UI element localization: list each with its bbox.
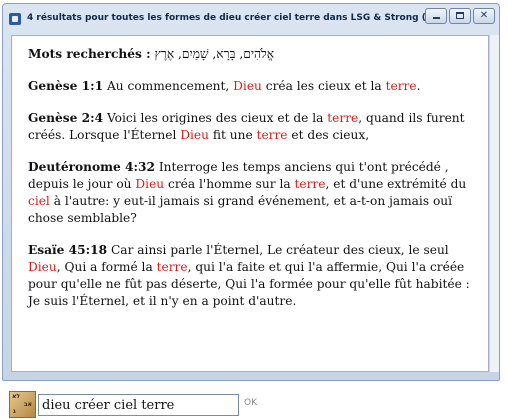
vertical-scrollbar[interactable] <box>489 35 499 372</box>
verse-reference[interactable]: Genèse 2:4 <box>28 111 103 125</box>
maximize-button[interactable] <box>449 8 471 24</box>
verse-text: Voici les origines des cieux et de la <box>103 111 328 125</box>
highlighted-word: terre <box>256 128 288 142</box>
close-icon: ✕ <box>479 10 489 21</box>
hebrew-search-terms: אֱלֹהִים, בָּרָא, שָׁמַיִם, אֶרֶץ <box>154 47 275 61</box>
verse-text: . <box>416 79 421 93</box>
verse-reference[interactable]: Genèse 1:1 <box>28 79 103 93</box>
strong-concordance-icon[interactable]: לא אב ג <box>9 391 36 418</box>
verse-text: à l'autre: y eut-il jamais si grand évén… <box>28 194 453 225</box>
window-title: 4 résultats pour toutes les formes de di… <box>27 13 443 23</box>
minimize-button[interactable] <box>425 8 447 24</box>
result-verse: Genèse 1:1 Au commencement, Dieu créa le… <box>28 78 476 95</box>
verse-reference[interactable]: Deutéronome 4:32 <box>28 160 155 174</box>
highlighted-word: terre <box>156 260 188 274</box>
minimize-icon <box>433 17 440 19</box>
highlighted-word: terre <box>327 111 359 125</box>
results-list: Genèse 1:1 Au commencement, Dieu créa le… <box>28 78 476 310</box>
highlighted-word: Dieu <box>180 128 209 142</box>
maximize-icon <box>456 12 464 19</box>
search-bar: לא אב ג OK <box>0 389 508 420</box>
highlighted-word: Dieu <box>233 79 262 93</box>
verse-text: et des cieux, <box>287 128 370 142</box>
result-verse: Deutéronome 4:32 Interroge les temps anc… <box>28 159 476 227</box>
verse-text: créa les cieux et la <box>261 79 386 93</box>
verse-text: fit une <box>208 128 257 142</box>
results-window: 4 résultats pour toutes les formes de di… <box>2 3 500 381</box>
result-verse: Genèse 2:4 Voici les origines des cieux … <box>28 110 476 144</box>
ok-button[interactable]: OK <box>244 398 257 408</box>
highlighted-word: Dieu <box>28 260 57 274</box>
search-terms-label: Mots recherchés : <box>28 47 151 61</box>
highlighted-word: terre <box>385 79 417 93</box>
highlighted-word: ciel <box>28 194 50 208</box>
highlighted-word: terre <box>294 177 326 191</box>
verse-text: , et d'une extrémité du <box>325 177 467 191</box>
search-input[interactable] <box>38 394 239 416</box>
close-button[interactable]: ✕ <box>473 8 495 24</box>
app-icon <box>9 13 21 25</box>
verse-text: créa l'homme sur la <box>164 177 295 191</box>
results-pane: Mots recherchés : אֱלֹהִים, בָּרָא, שָׁמ… <box>11 35 489 372</box>
highlighted-word: Dieu <box>135 177 165 191</box>
verse-text: Car ainsi parle l'Éternel, Le créateur d… <box>107 243 449 257</box>
verse-reference[interactable]: Esaïe 45:18 <box>28 243 107 257</box>
verse-text: , Qui a formé la <box>56 260 157 274</box>
window-controls: ✕ <box>423 8 495 24</box>
verse-text: Au commencement, <box>103 79 234 93</box>
result-verse: Esaïe 45:18 Car ainsi parle l'Éternel, L… <box>28 242 476 310</box>
title-bar[interactable]: 4 résultats pour toutes les formes de di… <box>3 4 499 34</box>
search-terms-line: Mots recherchés : אֱלֹהִים, בָּרָא, שָׁמ… <box>28 46 476 63</box>
